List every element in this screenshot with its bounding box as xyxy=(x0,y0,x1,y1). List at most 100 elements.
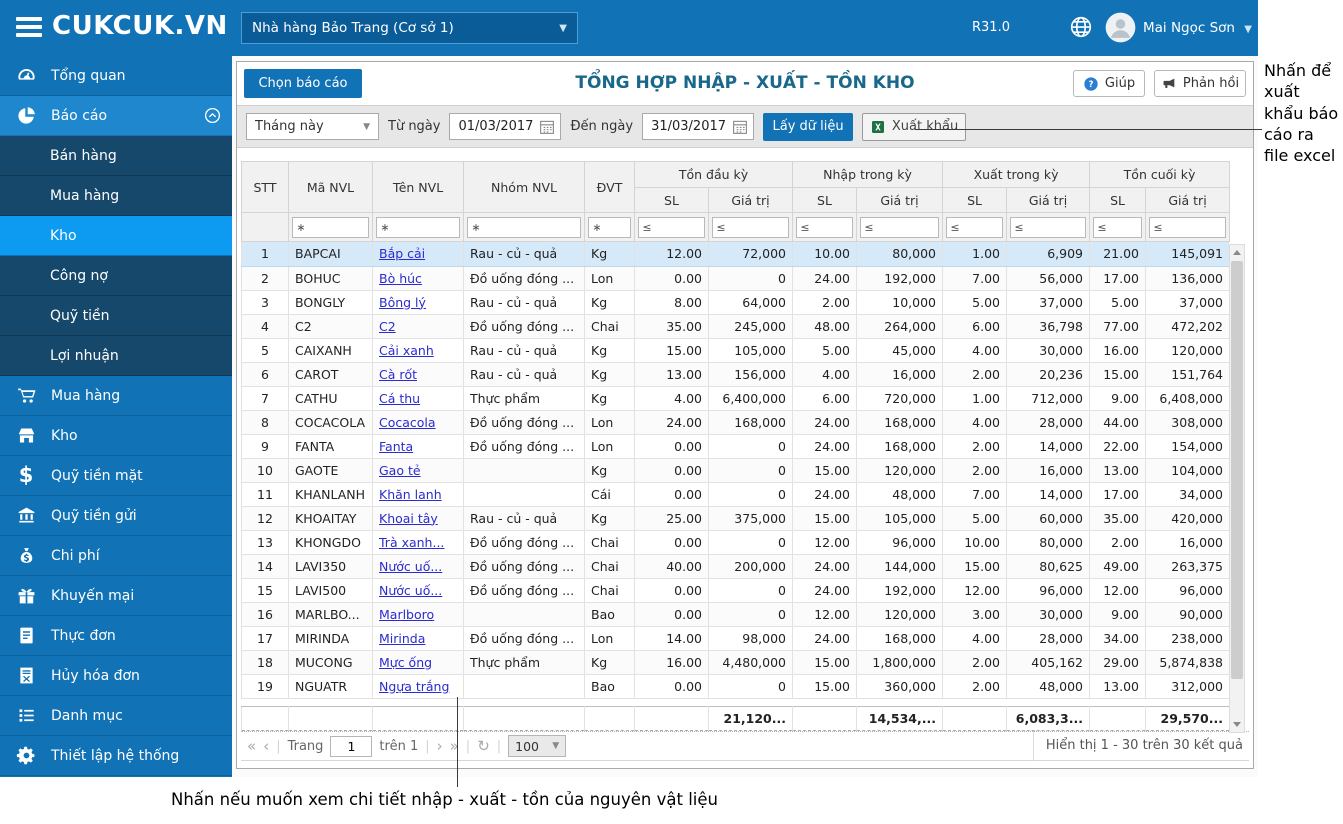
column-filter-input[interactable] xyxy=(605,219,630,236)
table-row[interactable]: 17MIRINDAMirindaĐồ uống đóng ...Lon14.00… xyxy=(242,626,1230,650)
calendar-icon[interactable] xyxy=(538,118,556,136)
filter-operator-icon[interactable]: ∗ xyxy=(377,221,393,234)
filter-operator-icon[interactable]: ∗ xyxy=(589,221,605,234)
table-row[interactable]: 8COCACOLACocacolaĐồ uống đóng ...Lon24.0… xyxy=(242,410,1230,434)
material-detail-link[interactable]: Cá thu xyxy=(379,391,420,406)
page-number-input[interactable] xyxy=(330,736,372,757)
column-header-dvt[interactable]: ĐVT xyxy=(585,162,635,213)
sidebar-item-loi-nhuan[interactable]: Lợi nhuận xyxy=(0,336,232,376)
column-header-nhom-nvl[interactable]: Nhóm NVL xyxy=(464,162,585,213)
feedback-button[interactable]: Phản hồi xyxy=(1154,70,1246,97)
scroll-up-icon[interactable] xyxy=(1230,245,1244,260)
filter-operator-icon[interactable]: ≤ xyxy=(1094,221,1110,234)
column-filter-input[interactable] xyxy=(813,219,852,236)
table-row[interactable]: 11KHANLANHKhăn lanhCái0.00024.0048,0007.… xyxy=(242,482,1230,506)
material-detail-link[interactable]: Bắp cải xyxy=(379,246,425,261)
hamburger-menu-icon[interactable] xyxy=(16,17,42,39)
material-detail-link[interactable]: Ngựa trắng xyxy=(379,679,449,694)
material-detail-link[interactable]: Bò húc xyxy=(379,271,422,286)
table-row[interactable]: 6CAROTCà rốtRau - củ - quảKg13.00156,000… xyxy=(242,362,1230,386)
load-data-button[interactable]: Lấy dữ liệu xyxy=(763,113,853,141)
sidebar-item-mua-hang[interactable]: Mua hàng xyxy=(0,376,232,416)
material-detail-link[interactable]: Cải xanh xyxy=(379,343,434,358)
material-detail-link[interactable]: Cocacola xyxy=(379,415,436,430)
column-header-sl[interactable]: SL xyxy=(635,188,709,213)
sidebar-item-thuc-don[interactable]: Thực đơn xyxy=(0,616,232,656)
column-header-sl[interactable]: SL xyxy=(793,188,857,213)
calendar-icon[interactable] xyxy=(731,118,749,136)
sidebar-item-kho[interactable]: Kho xyxy=(0,416,232,456)
column-header-gia-tri[interactable]: Giá trị xyxy=(709,188,793,213)
first-page-icon[interactable]: « xyxy=(247,739,256,754)
column-filter-input[interactable] xyxy=(484,219,580,236)
column-filter-input[interactable] xyxy=(877,219,938,236)
column-filter-input[interactable] xyxy=(963,219,1002,236)
from-date-input[interactable] xyxy=(450,119,538,134)
next-page-icon[interactable]: › xyxy=(437,739,443,754)
material-detail-link[interactable]: Nước uố... xyxy=(379,583,442,598)
material-detail-link[interactable]: Marlboro xyxy=(379,607,434,622)
filter-operator-icon[interactable]: ∗ xyxy=(468,221,484,234)
column-header-ma-nvl[interactable]: Mã NVL xyxy=(289,162,373,213)
sidebar-item-chi-phi[interactable]: Chi phí xyxy=(0,536,232,576)
sidebar-item-khuyen-mai[interactable]: Khuyến mại xyxy=(0,576,232,616)
table-row[interactable]: 16MARLBO...MarlboroBao0.00012.00120,0003… xyxy=(242,602,1230,626)
filter-operator-icon[interactable]: ≤ xyxy=(1150,221,1166,234)
sidebar-item-kho[interactable]: Kho xyxy=(0,216,232,256)
filter-operator-icon[interactable]: ≤ xyxy=(797,221,813,234)
column-filter-input[interactable] xyxy=(1110,219,1141,236)
sidebar-item-thiet-lap-he-thong[interactable]: Thiết lập hệ thống xyxy=(0,736,232,776)
filter-operator-icon[interactable]: ≤ xyxy=(861,221,877,234)
chevron-up-circle-icon[interactable] xyxy=(202,106,222,126)
filter-operator-icon[interactable]: ≤ xyxy=(1011,221,1027,234)
material-detail-link[interactable]: Gao tẻ xyxy=(379,463,421,478)
table-row[interactable]: 3BONGLYBông lýRau - củ - quảKg8.0064,000… xyxy=(242,290,1230,314)
sidebar-item-quy-tien[interactable]: Quỹ tiền xyxy=(0,296,232,336)
export-button[interactable]: Xuất khẩu xyxy=(862,113,966,141)
sidebar-item-quy-tien-mat[interactable]: $Quỹ tiền mặt xyxy=(0,456,232,496)
material-detail-link[interactable]: Bông lý xyxy=(379,295,426,310)
prev-page-icon[interactable]: ‹ xyxy=(263,739,269,754)
refresh-icon[interactable]: ↻ xyxy=(477,739,490,754)
column-header-gia-tri[interactable]: Giá trị xyxy=(1007,188,1090,213)
table-row[interactable]: 7CATHUCá thuThực phẩmKg4.006,400,0006.00… xyxy=(242,386,1230,410)
globe-icon[interactable] xyxy=(1068,14,1094,40)
vertical-scrollbar[interactable] xyxy=(1229,244,1245,733)
scrollbar-thumb[interactable] xyxy=(1231,261,1243,679)
table-row[interactable]: 5CAIXANHCải xanhRau - củ - quảKg15.00105… xyxy=(242,338,1230,362)
sidebar-item-bao-cao[interactable]: Báo cáo xyxy=(0,96,232,136)
sidebar-item-huy-hoa-don[interactable]: Hủy hóa đơn xyxy=(0,656,232,696)
material-detail-link[interactable]: Khoai tây xyxy=(379,511,438,526)
sidebar-item-cong-no[interactable]: Công nợ xyxy=(0,256,232,296)
column-filter-input[interactable] xyxy=(729,219,788,236)
page-size-select[interactable]: 100 ▼ xyxy=(508,735,566,757)
material-detail-link[interactable]: Cà rốt xyxy=(379,367,417,382)
table-row[interactable]: 4C2C2Đồ uống đóng ...Chai35.00245,00048.… xyxy=(242,314,1230,338)
column-filter-input[interactable] xyxy=(1166,219,1225,236)
column-header-gia-tri[interactable]: Giá trị xyxy=(1146,188,1230,213)
column-header-stt[interactable]: STT xyxy=(242,162,289,213)
table-row[interactable]: 14LAVI350Nước uố...Đồ uống đóng ...Chai4… xyxy=(242,554,1230,578)
table-row[interactable]: 9FANTAFantaĐồ uống đóng ...Lon0.00024.00… xyxy=(242,434,1230,458)
column-header-sl[interactable]: SL xyxy=(943,188,1007,213)
period-select[interactable]: Tháng này ▼ xyxy=(246,113,379,140)
material-detail-link[interactable]: C2 xyxy=(379,319,396,334)
to-date-input[interactable] xyxy=(643,119,731,134)
material-detail-link[interactable]: Mirinda xyxy=(379,631,425,646)
column-header-sl[interactable]: SL xyxy=(1090,188,1146,213)
material-detail-link[interactable]: Mực ống xyxy=(379,655,432,670)
help-button[interactable]: ? Giúp xyxy=(1073,70,1145,97)
table-row[interactable]: 19NGUATRNgựa trắngBao0.00015.00360,0002.… xyxy=(242,674,1230,698)
sidebar-item-ban-hang[interactable]: Bán hàng xyxy=(0,136,232,176)
filter-operator-icon[interactable]: ∗ xyxy=(293,221,309,234)
filter-operator-icon[interactable]: ≤ xyxy=(713,221,729,234)
material-detail-link[interactable]: Khăn lanh xyxy=(379,487,442,502)
column-filter-input[interactable] xyxy=(393,219,459,236)
table-row[interactable]: 15LAVI500Nước uố...Đồ uống đóng ...Chai0… xyxy=(242,578,1230,602)
avatar[interactable] xyxy=(1105,12,1136,43)
material-detail-link[interactable]: Fanta xyxy=(379,439,413,454)
sidebar-item-mua-hang[interactable]: Mua hàng xyxy=(0,176,232,216)
restaurant-selector[interactable]: Nhà hàng Bảo Trang (Cơ sở 1) ▼ xyxy=(241,12,578,44)
column-filter-input[interactable] xyxy=(1027,219,1085,236)
column-filter-input[interactable] xyxy=(309,219,368,236)
